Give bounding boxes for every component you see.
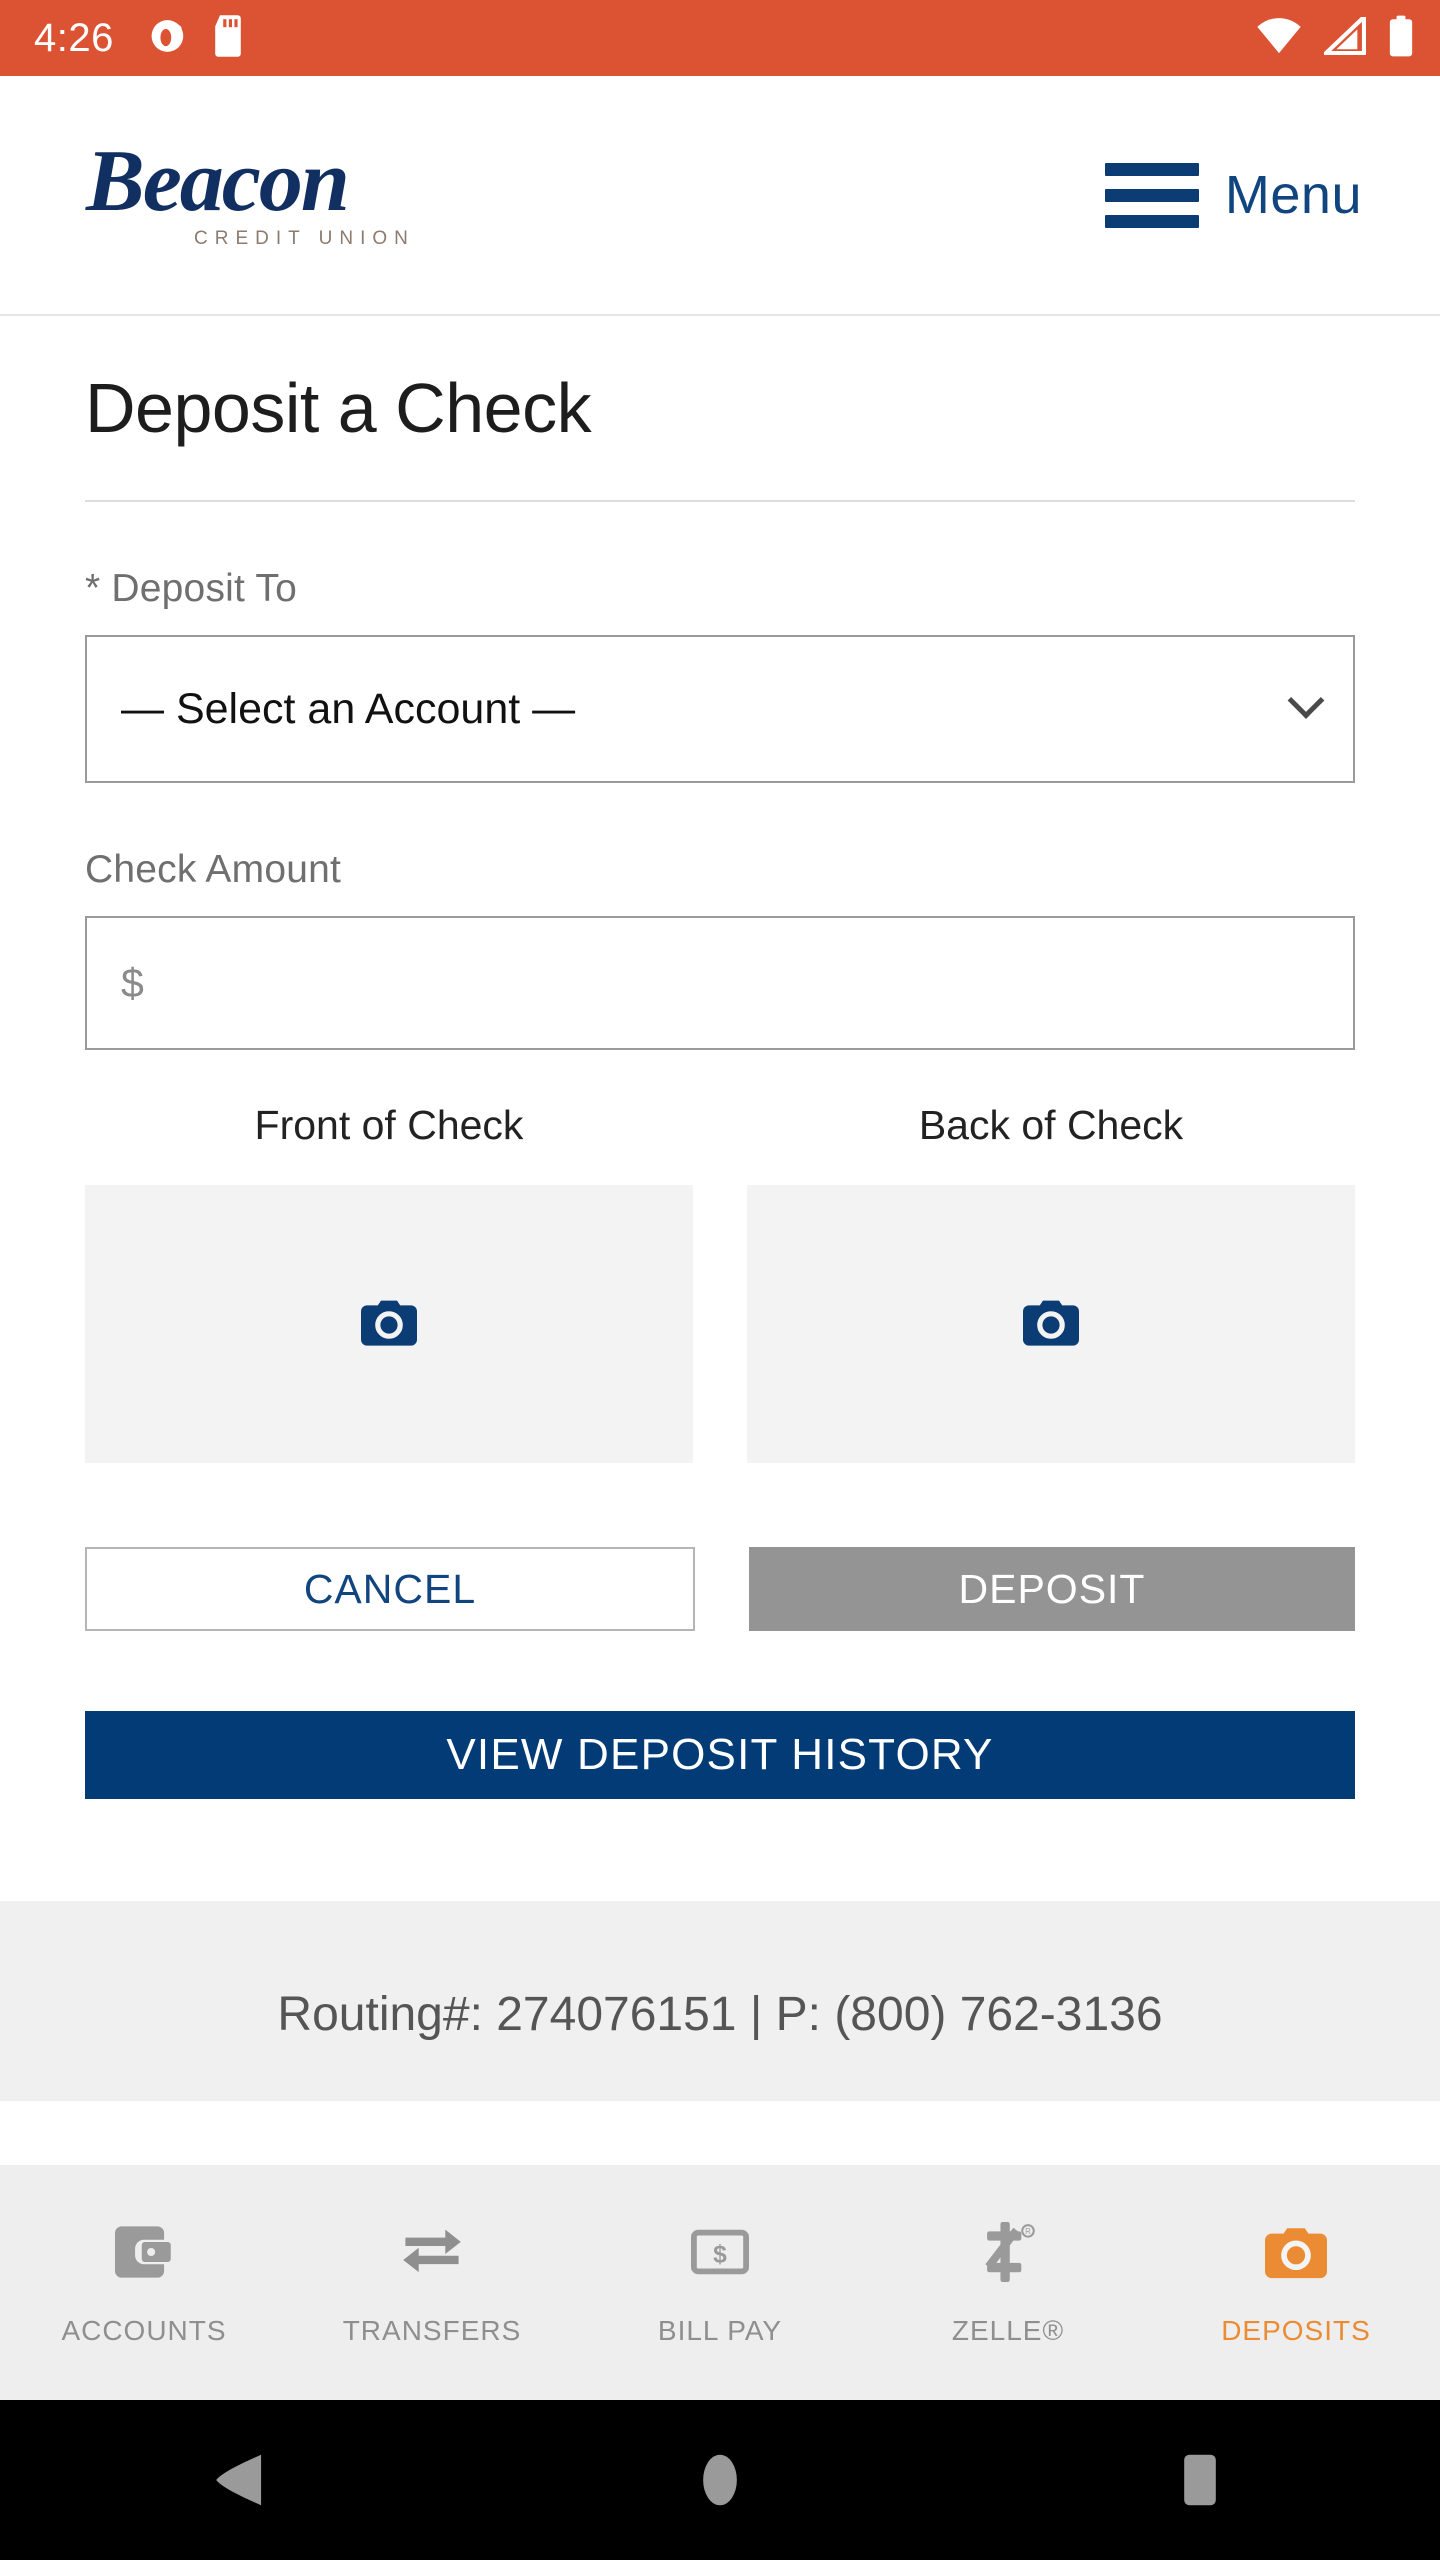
deposit-to-label: * Deposit To	[85, 567, 297, 610]
logo-wordmark: Beacon	[86, 133, 350, 231]
brand-logo[interactable]: Beacon CREDIT UNION	[86, 133, 415, 250]
wallet-icon	[115, 2219, 173, 2285]
status-clock: 4:26	[34, 16, 114, 60]
zelle-z-icon: R	[981, 2219, 1035, 2285]
back-of-check-capture[interactable]	[747, 1185, 1355, 1463]
tab-bill-pay-label: BILL PAY	[657, 2314, 783, 2346]
title-divider	[85, 500, 1355, 502]
front-of-check-label: Front of Check	[254, 1102, 524, 1148]
camera-icon	[1023, 1298, 1079, 1351]
tab-transfers[interactable]: TRANSFERS	[288, 2219, 576, 2347]
status-left-icons	[150, 14, 244, 62]
back-icon[interactable]	[160, 2400, 320, 2560]
chevron-down-icon	[1287, 682, 1325, 719]
tab-deposits[interactable]: DEPOSITS	[1152, 2219, 1440, 2347]
tab-bill-pay[interactable]: $ BILL PAY	[576, 2219, 864, 2347]
tab-zelle[interactable]: R ZELLE®	[864, 2219, 1152, 2347]
tab-transfers-label: TRANSFERS	[342, 2314, 522, 2346]
battery-icon	[1388, 15, 1414, 62]
back-of-check-group: Back of Check	[747, 1102, 1355, 1463]
transfer-arrows-icon	[401, 2219, 463, 2285]
cancel-button[interactable]: CANCEL	[85, 1547, 695, 1631]
home-icon[interactable]	[640, 2400, 800, 2560]
menu-button-label: Menu	[1224, 165, 1362, 225]
camera-icon	[361, 1298, 417, 1351]
view-deposit-history-button[interactable]: VIEW DEPOSIT HISTORY	[85, 1711, 1355, 1799]
front-of-check-capture[interactable]	[85, 1185, 693, 1463]
menu-button[interactable]: Menu	[1104, 162, 1362, 228]
phone-screen: 4:26 Beacon CREDIT UNION Menu Deposit a …	[0, 0, 1440, 2560]
check-amount-input[interactable]: $	[85, 916, 1355, 1050]
svg-text:$: $	[713, 2241, 727, 2268]
svg-text:R: R	[1025, 2227, 1031, 2236]
logo-tagline: CREDIT UNION	[194, 227, 415, 249]
camera-icon	[1265, 2219, 1327, 2285]
notification-icon	[150, 16, 188, 61]
footer-strip: Routing#: 274076151 | P: (800) 762-3136	[0, 1901, 1440, 2101]
wifi-icon	[1256, 17, 1302, 60]
footer-contact-line: Routing#: 274076151 | P: (800) 762-3136	[277, 1988, 1163, 2041]
front-of-check-group: Front of Check	[85, 1102, 693, 1463]
recents-icon[interactable]	[1120, 2400, 1280, 2560]
android-nav-bar	[0, 2400, 1440, 2560]
check-amount-label: Check Amount	[85, 848, 342, 891]
form-action-row: CANCEL DEPOSIT	[85, 1547, 1355, 1631]
status-right-icons	[1256, 11, 1414, 62]
tab-accounts-label: ACCOUNTS	[61, 2314, 227, 2346]
check-amount-placeholder: $	[121, 959, 144, 1006]
account-select-value: — Select an Account —	[121, 684, 576, 733]
account-select[interactable]: — Select an Account —	[85, 635, 1355, 783]
tab-zelle-label: ZELLE®	[951, 2314, 1065, 2346]
status-bar: 4:26	[0, 0, 1440, 76]
check-capture-row: Front of Check Back of Check	[85, 1102, 1355, 1463]
cellular-signal-icon	[1320, 11, 1367, 60]
deposit-button[interactable]: DEPOSIT	[749, 1547, 1355, 1631]
hamburger-icon	[1104, 162, 1199, 228]
tab-deposits-label: DEPOSITS	[1221, 2314, 1371, 2346]
banknote-icon: $	[691, 2219, 749, 2285]
tab-accounts[interactable]: ACCOUNTS	[0, 2219, 288, 2347]
page-title: Deposit a Check	[85, 369, 592, 447]
back-of-check-label: Back of Check	[918, 1102, 1184, 1148]
bottom-tab-bar: ACCOUNTS TRANSFERS $ BILL PAY R ZELLE® D…	[0, 2165, 1440, 2400]
app-header: Beacon CREDIT UNION Menu	[0, 76, 1440, 316]
sd-card-icon	[212, 14, 244, 62]
